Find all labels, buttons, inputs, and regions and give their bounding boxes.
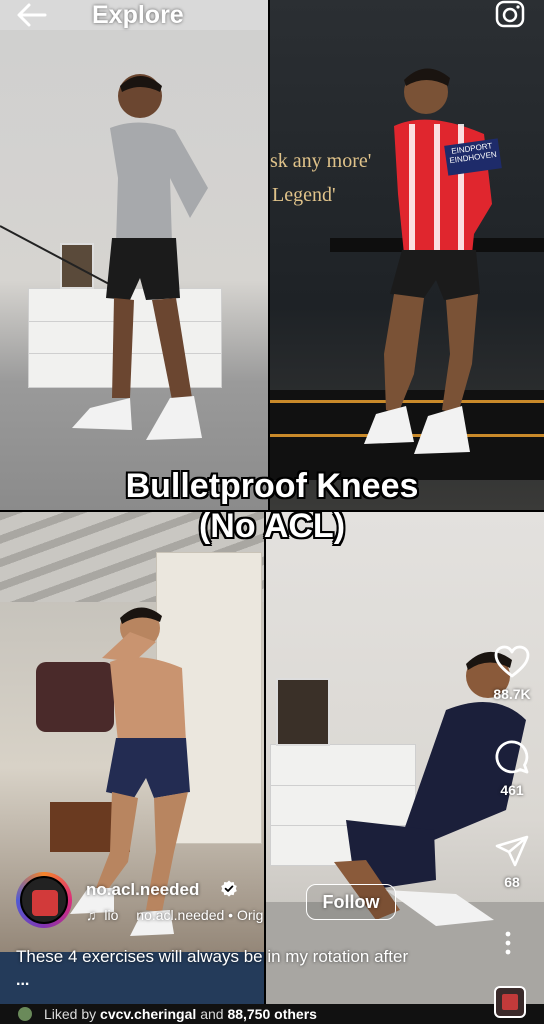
like-count: 88.7K — [493, 686, 531, 702]
share-count: 68 — [504, 874, 520, 890]
overlay-title-line-2: (No ACL) — [198, 507, 346, 545]
liked-by-bar[interactable]: Liked by cvcv.cheringal and 88,750 other… — [0, 1004, 544, 1024]
neon-sign-line-2: Legend' — [272, 184, 336, 206]
liked-by-and: and — [200, 1006, 224, 1022]
liked-by-text: Liked by cvcv.cheringal and 88,750 other… — [44, 1006, 317, 1022]
comment-count: 461 — [500, 782, 524, 798]
username[interactable]: no.acl.needed — [86, 880, 199, 900]
verified-badge-icon — [221, 880, 237, 897]
audio-info[interactable]: ♫ lio no.acl.needed • Orig — [86, 907, 267, 923]
audio-thumbnail[interactable] — [494, 986, 526, 1018]
author-row: no.acl.needed ♫ lio no.acl.needed • Orig… — [16, 870, 476, 930]
back-button[interactable] — [14, 0, 50, 30]
video-frame-top-right: sk any more' Legend' EINDPORT EINDHOVEN — [270, 0, 544, 510]
send-icon — [495, 835, 529, 867]
comment-icon — [495, 740, 529, 774]
video-overlay-title: Bulletproof Knees (No ACL) — [0, 466, 544, 546]
camera-button[interactable] — [494, 0, 526, 30]
liked-by-prefix: Liked by — [44, 1006, 97, 1022]
liked-by-user[interactable]: cvcv.cheringal — [100, 1006, 196, 1022]
person-figure — [72, 74, 208, 440]
more-options-button[interactable] — [496, 930, 520, 956]
avatar-image — [20, 876, 68, 924]
heart-icon — [494, 645, 530, 678]
top-bar: Explore — [0, 0, 544, 30]
comment-button[interactable]: 461 — [480, 739, 544, 798]
music-note-icon: ♫ — [86, 907, 97, 923]
audio-thumbnail-image — [502, 994, 518, 1010]
person-figure — [364, 68, 492, 454]
avatar[interactable] — [16, 872, 72, 928]
camera-icon — [495, 0, 525, 28]
overlay-title-line-1: Bulletproof Knees — [125, 467, 419, 505]
caption[interactable]: These 4 exercises will always be in my r… — [16, 947, 486, 967]
caption-more[interactable]: ... — [16, 972, 29, 990]
page-title: Explore — [92, 1, 184, 29]
arrow-left-icon — [17, 3, 47, 27]
audio-prefix: lio — [104, 907, 119, 923]
more-vertical-icon — [505, 931, 511, 955]
video-frame-top-left — [0, 0, 268, 510]
share-button[interactable]: 68 — [480, 835, 544, 890]
like-button[interactable]: 88.7K — [480, 645, 544, 702]
follow-button[interactable]: Follow — [306, 884, 396, 920]
liked-by-others[interactable]: 88,750 others — [227, 1006, 317, 1022]
picture-frame — [276, 678, 330, 746]
audio-source: no.acl.needed • Orig — [136, 907, 264, 923]
liked-by-avatar — [18, 1007, 32, 1021]
